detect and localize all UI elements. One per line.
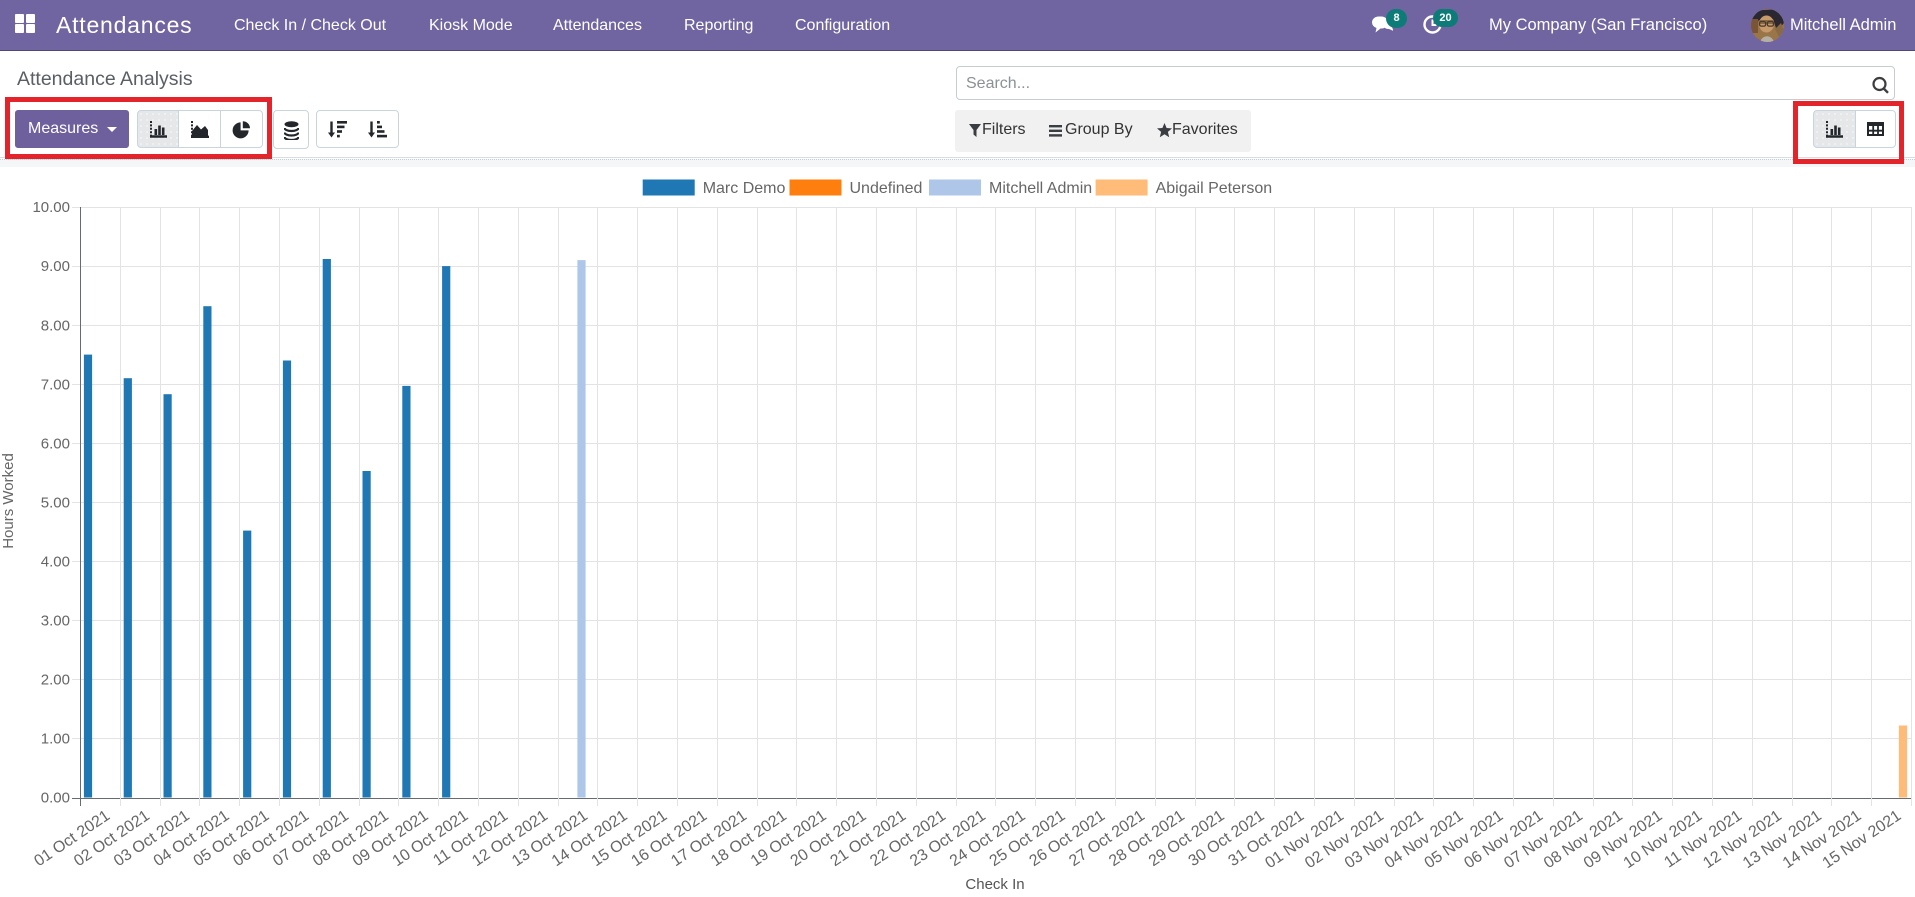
svg-text:6.00: 6.00 xyxy=(41,435,70,452)
svg-text:Check In: Check In xyxy=(965,876,1024,893)
svg-text:03 Nov 2021: 03 Nov 2021 xyxy=(1342,807,1427,872)
svg-text:01 Nov 2021: 01 Nov 2021 xyxy=(1262,807,1347,872)
svg-text:08 Nov 2021: 08 Nov 2021 xyxy=(1541,807,1626,872)
svg-text:15 Nov 2021: 15 Nov 2021 xyxy=(1820,807,1905,872)
svg-text:07 Nov 2021: 07 Nov 2021 xyxy=(1501,807,1586,872)
svg-text:Mitchell Admin: Mitchell Admin xyxy=(989,180,1092,197)
svg-text:07 Oct 2021: 07 Oct 2021 xyxy=(270,807,352,870)
svg-text:04 Oct 2021: 04 Oct 2021 xyxy=(151,807,233,870)
svg-text:29 Oct 2021: 29 Oct 2021 xyxy=(1146,807,1228,870)
svg-text:19 Oct 2021: 19 Oct 2021 xyxy=(748,807,830,870)
svg-text:13 Oct 2021: 13 Oct 2021 xyxy=(509,807,591,870)
svg-text:02 Oct 2021: 02 Oct 2021 xyxy=(71,807,153,870)
svg-text:11 Nov 2021: 11 Nov 2021 xyxy=(1661,807,1745,871)
svg-text:9.00: 9.00 xyxy=(41,258,70,275)
svg-text:11 Oct 2021: 11 Oct 2021 xyxy=(430,807,511,869)
svg-text:31 Oct 2021: 31 Oct 2021 xyxy=(1225,807,1307,870)
svg-text:06 Nov 2021: 06 Nov 2021 xyxy=(1461,807,1546,872)
svg-text:24 Oct 2021: 24 Oct 2021 xyxy=(947,807,1029,870)
svg-text:12 Oct 2021: 12 Oct 2021 xyxy=(469,807,551,870)
svg-text:14 Oct 2021: 14 Oct 2021 xyxy=(549,807,631,870)
svg-text:17 Oct 2021: 17 Oct 2021 xyxy=(668,807,750,870)
svg-text:18 Oct 2021: 18 Oct 2021 xyxy=(708,807,790,870)
svg-text:06 Oct 2021: 06 Oct 2021 xyxy=(230,807,312,870)
svg-text:08 Oct 2021: 08 Oct 2021 xyxy=(310,807,392,870)
svg-text:02 Nov 2021: 02 Nov 2021 xyxy=(1302,807,1387,872)
svg-text:05 Oct 2021: 05 Oct 2021 xyxy=(191,807,273,870)
svg-text:09 Oct 2021: 09 Oct 2021 xyxy=(350,807,432,870)
svg-text:Undefined: Undefined xyxy=(850,180,923,197)
svg-text:5.00: 5.00 xyxy=(41,494,70,511)
svg-text:25 Oct 2021: 25 Oct 2021 xyxy=(987,807,1069,870)
svg-text:26 Oct 2021: 26 Oct 2021 xyxy=(1026,807,1108,870)
svg-text:10 Nov 2021: 10 Nov 2021 xyxy=(1621,807,1706,872)
svg-text:4.00: 4.00 xyxy=(41,554,70,571)
svg-text:09 Nov 2021: 09 Nov 2021 xyxy=(1581,807,1666,872)
svg-text:Hours Worked: Hours Worked xyxy=(0,453,17,549)
svg-text:28 Oct 2021: 28 Oct 2021 xyxy=(1106,807,1188,870)
svg-text:16 Oct 2021: 16 Oct 2021 xyxy=(628,807,710,870)
svg-text:1.00: 1.00 xyxy=(41,731,70,748)
svg-text:12 Nov 2021: 12 Nov 2021 xyxy=(1700,807,1785,872)
svg-text:3.00: 3.00 xyxy=(41,613,70,630)
svg-text:7.00: 7.00 xyxy=(41,376,70,393)
svg-text:03 Oct 2021: 03 Oct 2021 xyxy=(111,807,193,870)
svg-text:2.00: 2.00 xyxy=(41,672,70,689)
svg-text:Marc Demo: Marc Demo xyxy=(703,180,786,197)
svg-text:22 Oct 2021: 22 Oct 2021 xyxy=(867,807,949,870)
svg-text:15 Oct 2021: 15 Oct 2021 xyxy=(589,807,671,870)
svg-text:0.00: 0.00 xyxy=(41,790,70,807)
svg-text:Abigail Peterson: Abigail Peterson xyxy=(1156,180,1273,197)
svg-text:10.00: 10.00 xyxy=(32,199,70,216)
svg-text:14 Nov 2021: 14 Nov 2021 xyxy=(1780,807,1865,872)
svg-text:01 Oct 2021: 01 Oct 2021 xyxy=(31,807,113,870)
svg-text:23 Oct 2021: 23 Oct 2021 xyxy=(907,807,989,870)
svg-text:30 Oct 2021: 30 Oct 2021 xyxy=(1186,807,1268,870)
svg-text:27 Oct 2021: 27 Oct 2021 xyxy=(1066,807,1148,870)
svg-text:05 Nov 2021: 05 Nov 2021 xyxy=(1422,807,1507,872)
svg-text:8.00: 8.00 xyxy=(41,317,70,334)
svg-text:21 Oct 2021: 21 Oct 2021 xyxy=(827,807,909,870)
svg-text:13 Nov 2021: 13 Nov 2021 xyxy=(1740,807,1825,872)
svg-text:20 Oct 2021: 20 Oct 2021 xyxy=(788,807,870,870)
svg-text:10 Oct 2021: 10 Oct 2021 xyxy=(390,807,472,870)
svg-text:04 Nov 2021: 04 Nov 2021 xyxy=(1382,807,1467,872)
